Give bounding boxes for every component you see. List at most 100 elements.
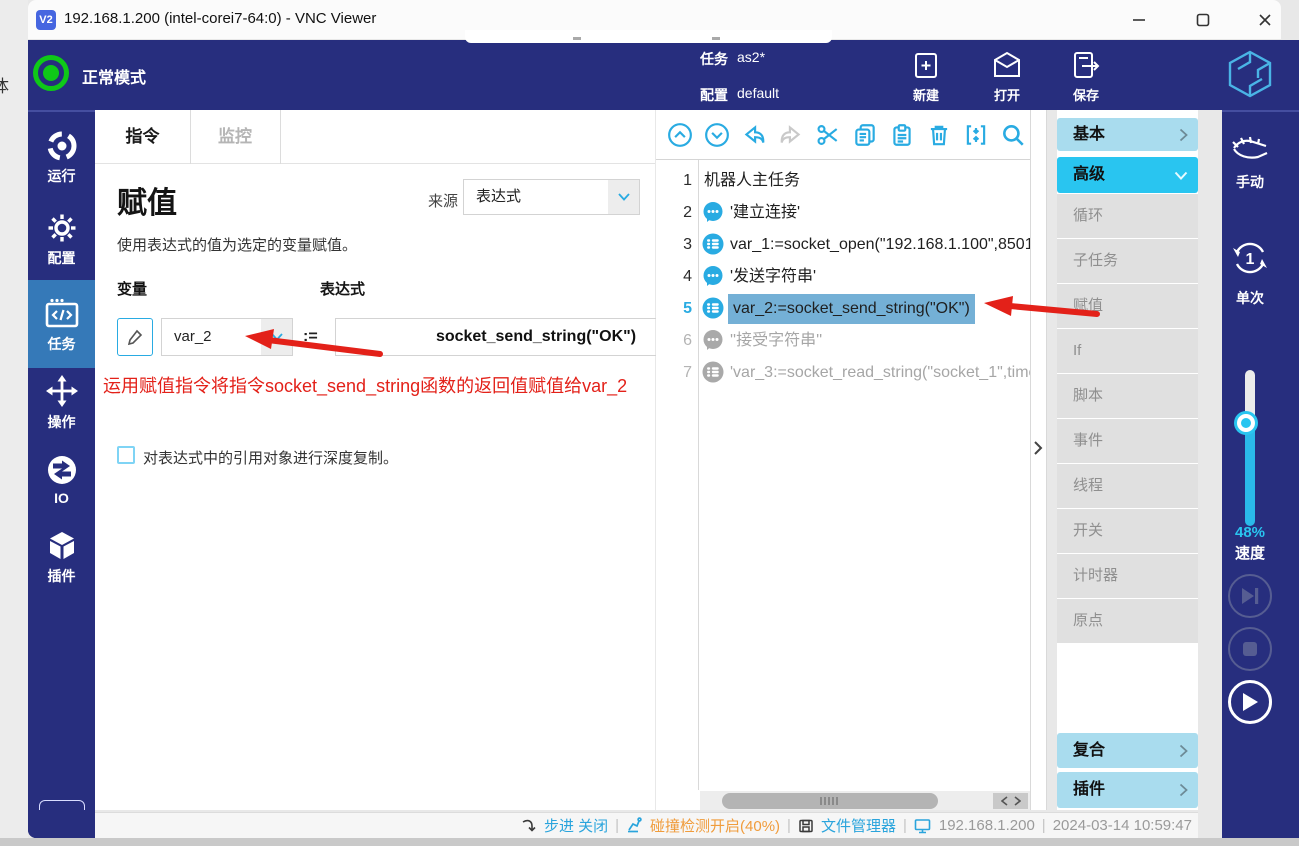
cut-icon[interactable] bbox=[814, 121, 841, 148]
close-button[interactable] bbox=[1250, 8, 1280, 32]
mode-label: 正常模式 bbox=[82, 70, 147, 87]
mode-indicator-dot bbox=[43, 65, 59, 81]
sidebar-item-plugin[interactable]: 插件 bbox=[28, 530, 95, 586]
chevron-right-icon bbox=[1179, 772, 1188, 808]
palette-item-subtask[interactable]: 子任务 bbox=[1057, 239, 1198, 283]
variable-column-label: 变量 bbox=[117, 281, 148, 298]
palette-item-origin[interactable]: 原点 bbox=[1057, 599, 1198, 643]
delete-icon[interactable] bbox=[925, 121, 952, 148]
palette-item-thread[interactable]: 线程 bbox=[1057, 464, 1198, 508]
stop-icon bbox=[1243, 642, 1257, 656]
palette-category-plugin[interactable]: 插件 bbox=[1057, 772, 1198, 808]
source-label: 来源 bbox=[428, 193, 459, 210]
manual-hand-icon[interactable] bbox=[1228, 134, 1272, 170]
new-file-icon bbox=[915, 53, 937, 78]
notch-tick bbox=[573, 37, 581, 40]
comment-icon bbox=[702, 329, 724, 351]
palette-item-loop[interactable]: 循环 bbox=[1057, 194, 1198, 238]
new-task-button[interactable]: 新建 bbox=[894, 48, 958, 104]
chevron-down-icon bbox=[1174, 157, 1188, 193]
pencil-icon bbox=[127, 329, 143, 346]
search-icon[interactable] bbox=[999, 121, 1026, 148]
separator: | bbox=[1041, 817, 1046, 834]
tree-line-selected[interactable]: 5 var_2:=socket_send_string("OK") bbox=[656, 294, 1030, 324]
move-down-icon[interactable] bbox=[703, 121, 730, 148]
separator: | bbox=[787, 817, 791, 834]
tree-line[interactable]: 2 '建立连接' bbox=[656, 198, 1030, 228]
chevron-down-icon bbox=[261, 319, 292, 355]
redo-icon[interactable] bbox=[777, 121, 804, 148]
undo-icon[interactable] bbox=[740, 121, 767, 148]
collapse-chevron-icon[interactable] bbox=[1033, 440, 1043, 456]
task-value: as2* bbox=[737, 49, 766, 65]
page-title: 赋值 bbox=[117, 187, 177, 220]
sidebar-item-operate[interactable]: 操作 bbox=[28, 374, 95, 432]
save-task-button[interactable]: 保存 bbox=[1054, 48, 1118, 104]
edit-variable-button[interactable] bbox=[117, 318, 153, 356]
tree-line[interactable]: 4 '发送字符串' bbox=[656, 262, 1030, 292]
sidebar-item-run[interactable]: 运行 bbox=[28, 130, 95, 186]
scroll-left-icon bbox=[1000, 796, 1007, 806]
panel-collapse-strip[interactable] bbox=[1030, 110, 1047, 810]
open-task-label: 打开 bbox=[993, 88, 1020, 103]
palette-item-switch[interactable]: 开关 bbox=[1057, 509, 1198, 553]
tree-line[interactable]: 7 'var_3:=socket_read_string("socket_1",… bbox=[656, 358, 1030, 388]
speed-slider-track-lower[interactable] bbox=[1245, 424, 1255, 526]
cube-icon bbox=[49, 532, 74, 559]
play-icon bbox=[1243, 693, 1258, 711]
play-button[interactable] bbox=[1228, 680, 1272, 724]
run-icon bbox=[47, 131, 76, 161]
tree-line[interactable]: 6 ''接受字符串'' bbox=[656, 326, 1030, 356]
palette-category-composite[interactable]: 复合 bbox=[1057, 733, 1198, 768]
code-window-icon bbox=[45, 298, 78, 328]
stop-button[interactable] bbox=[1228, 627, 1272, 671]
speed-percentage: 48% bbox=[1234, 524, 1266, 541]
speed-slider-thumb[interactable] bbox=[1237, 414, 1255, 432]
comment-icon bbox=[702, 201, 724, 223]
step-status[interactable]: 步进 关闭 bbox=[544, 815, 608, 836]
open-task-button[interactable]: 打开 bbox=[975, 48, 1039, 104]
program-tree-panel: 1 机器人主任务 2 '建立连接' 3 var_1:=socket_open("… bbox=[656, 110, 1030, 810]
palette-item-script[interactable]: 脚本 bbox=[1057, 374, 1198, 418]
tab-separator bbox=[280, 110, 281, 164]
tree-toolbar bbox=[656, 110, 1030, 160]
tab-instruction[interactable]: 指令 bbox=[95, 110, 190, 164]
single-run-icon[interactable]: 1 bbox=[1228, 236, 1272, 280]
tree-line[interactable]: 3 var_1:=socket_open("192.168.1.100",850… bbox=[656, 230, 1030, 260]
minimize-button[interactable] bbox=[1124, 8, 1154, 32]
config-label: 配置 bbox=[700, 87, 728, 103]
sidebar-item-io[interactable]: IO bbox=[28, 454, 95, 506]
palette-category-advanced[interactable]: 高级 bbox=[1057, 157, 1198, 193]
source-select[interactable]: 表达式 bbox=[463, 179, 640, 215]
io-icon bbox=[47, 456, 76, 484]
separator: | bbox=[902, 817, 907, 834]
collision-icon bbox=[628, 817, 642, 833]
file-manager-link[interactable]: 文件管理器 bbox=[821, 815, 896, 836]
step-button[interactable] bbox=[1228, 574, 1272, 618]
move-up-icon[interactable] bbox=[666, 121, 693, 148]
sidebar-item-task[interactable]: 任务 bbox=[28, 298, 95, 354]
tab-monitor[interactable]: 监控 bbox=[190, 110, 280, 164]
sidebar-item-label: 插件 bbox=[47, 568, 76, 584]
tree-line[interactable]: 1 机器人主任务 bbox=[656, 166, 1030, 196]
palette-item-assign[interactable]: 赋值 bbox=[1057, 284, 1198, 328]
maximize-button[interactable] bbox=[1188, 8, 1218, 32]
palette-item-timer[interactable]: 计时器 bbox=[1057, 554, 1198, 598]
separator: | bbox=[615, 817, 620, 834]
fold-icon[interactable] bbox=[962, 121, 989, 148]
palette-item-event[interactable]: 事件 bbox=[1057, 419, 1198, 463]
minimize-icon bbox=[1133, 19, 1145, 21]
copy-icon[interactable] bbox=[851, 121, 878, 148]
collision-status[interactable]: 碰撞检测开启(40%) bbox=[650, 815, 780, 836]
vnc-toolbar-notch[interactable] bbox=[465, 30, 832, 43]
palette-item-if[interactable]: If bbox=[1057, 329, 1198, 373]
variable-select[interactable]: var_2 bbox=[161, 318, 293, 356]
window-title: 192.168.1.200 (intel-corei7-64:0) - VNC … bbox=[64, 10, 377, 27]
step-status-icon bbox=[522, 819, 536, 832]
palette-category-basic[interactable]: 基本 bbox=[1057, 118, 1198, 151]
deep-copy-checkbox[interactable] bbox=[117, 446, 135, 464]
sidebar-item-config[interactable]: 配置 bbox=[28, 212, 95, 268]
screen: 体 V2 192.168.1.200 (intel-corei7-64:0) -… bbox=[0, 0, 1299, 846]
scrollbar-arrow-buttons[interactable] bbox=[993, 793, 1028, 809]
paste-icon[interactable] bbox=[888, 121, 915, 148]
